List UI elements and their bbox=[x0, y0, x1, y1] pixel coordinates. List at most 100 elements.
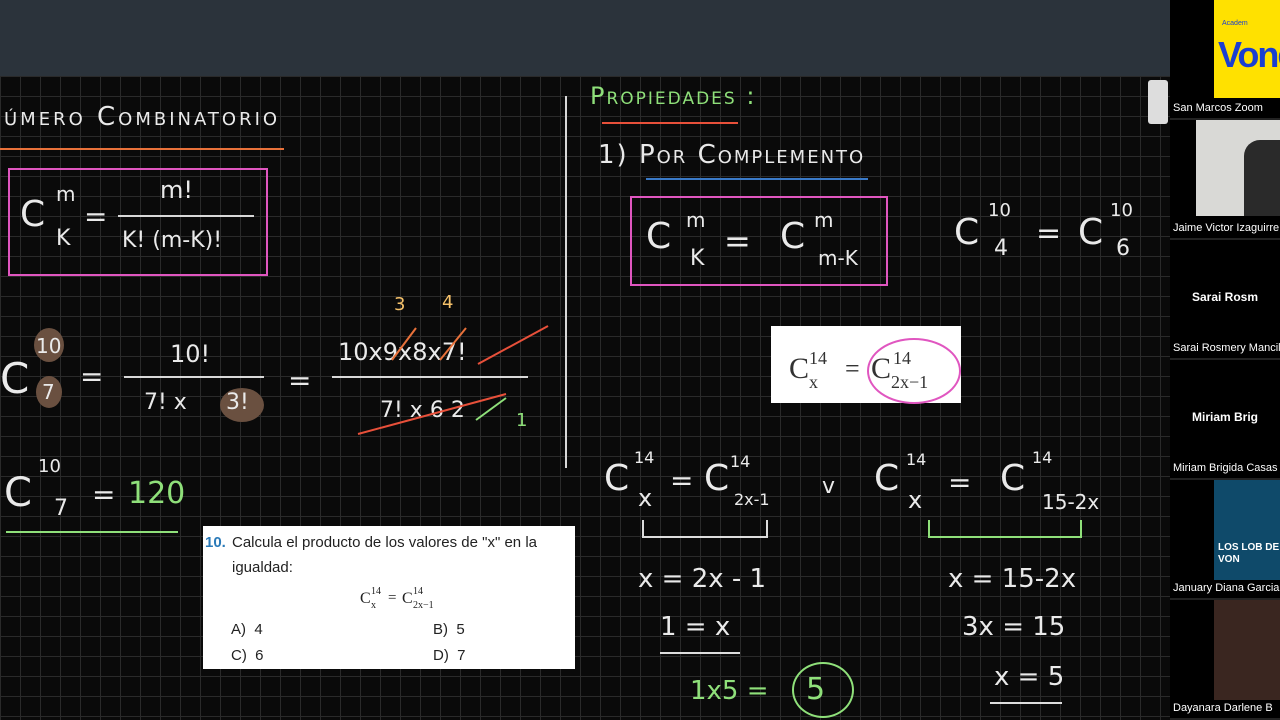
def-k-sub: K bbox=[56, 226, 71, 251]
participant-name: Sarai Rosmery Mancilla bbox=[1173, 342, 1280, 354]
sl-b2: 2x-1 bbox=[734, 490, 770, 509]
participant-avatar-image: LOS LOB DE VON bbox=[1214, 480, 1280, 580]
participant-tile[interactable]: Sarai Rosm Sarai Rosmery Mancilla bbox=[1170, 240, 1280, 360]
banner-text: LOS LOB DE VON bbox=[1218, 542, 1280, 565]
participant-name: Dayanara Darlene B bbox=[1173, 702, 1273, 714]
right-step-1: x = 15-2x bbox=[948, 564, 1077, 594]
result-underline bbox=[6, 531, 178, 533]
exercise-text-2: igualdad: bbox=[232, 559, 293, 576]
def-eq: = bbox=[84, 200, 108, 233]
ex-num1: 10! bbox=[170, 340, 211, 368]
participant-tile[interactable]: Dayanara Darlene B bbox=[1170, 600, 1280, 720]
pe-c2: C bbox=[1078, 212, 1104, 253]
participant-label: Sarai Rosm bbox=[1191, 290, 1259, 304]
right-step-underline bbox=[990, 702, 1062, 704]
prop-m2: m bbox=[814, 208, 834, 232]
sr-c2: C bbox=[1000, 458, 1026, 499]
participant-name: January Diana Garcia bbox=[1173, 582, 1280, 594]
participant-video bbox=[1196, 120, 1280, 216]
logo-text: Vone bbox=[1218, 34, 1280, 75]
pe-s1: 10 bbox=[988, 200, 1011, 221]
ex-eq1: = bbox=[80, 360, 104, 393]
participant-tile[interactable]: Jaime Victor Izaguirre bbox=[1170, 120, 1280, 240]
answer-value: 5 bbox=[806, 672, 826, 707]
participant-avatar-image bbox=[1214, 600, 1280, 700]
sl-b1: x bbox=[638, 484, 653, 512]
pe-s2: 10 bbox=[1110, 200, 1133, 221]
right-bracket bbox=[928, 520, 1082, 538]
prop-k1: K bbox=[690, 246, 705, 271]
ex-den1b: 3! bbox=[226, 390, 249, 415]
sr-b2: 15-2x bbox=[1042, 490, 1100, 514]
pasted-equation-image: C 14 x = C 14 2x−1 bbox=[771, 326, 961, 404]
exercise-text-1: Calcula el producto de los valores de "x… bbox=[232, 534, 537, 551]
prop-c1: C bbox=[646, 216, 672, 257]
ex-sub: 7 bbox=[42, 380, 55, 404]
res-value: 120 bbox=[128, 476, 186, 511]
sl-c1: C bbox=[604, 458, 630, 499]
title-underline bbox=[0, 148, 284, 150]
sl-c2: C bbox=[704, 458, 730, 499]
participant-name: San Marcos Zoom bbox=[1173, 102, 1263, 114]
prop-m1: m bbox=[686, 208, 706, 232]
left-step-2: 1 = x bbox=[660, 612, 731, 642]
sr-c1: C bbox=[874, 458, 900, 499]
sr-s1: 14 bbox=[906, 450, 927, 469]
ex-eq2: = bbox=[288, 364, 312, 397]
exercise-formula: C 14 x = C 14 2x−1 bbox=[360, 586, 434, 611]
pe-b2: 6 bbox=[1116, 236, 1130, 261]
definition-formula-box bbox=[8, 168, 268, 276]
board-scroll-handle[interactable] bbox=[1148, 80, 1168, 124]
ex-sup: 10 bbox=[36, 334, 62, 358]
prop-mk: m-K bbox=[818, 246, 858, 270]
right-step-3: x = 5 bbox=[994, 662, 1065, 692]
def-m-sup: m bbox=[56, 182, 76, 206]
logo-small-text: Academ bbox=[1222, 20, 1248, 27]
top-toolbar bbox=[0, 0, 1170, 76]
participant-tile[interactable]: LOS LOB DE VON January Diana Garcia bbox=[1170, 480, 1280, 600]
res-eq: = bbox=[92, 478, 116, 511]
participant-tile[interactable]: Academ Vone San Marcos Zoom bbox=[1170, 0, 1280, 120]
pe-eq: = bbox=[1036, 216, 1062, 251]
prop1-label: 1) Por Complemento bbox=[598, 140, 866, 170]
prop1-underline bbox=[646, 178, 868, 180]
participant-name: Miriam Brigida Casas bbox=[1173, 462, 1278, 474]
ex-den2: 7! x 6 2 bbox=[380, 398, 465, 423]
exercise-number: 10. bbox=[205, 534, 226, 551]
prop-eq: = bbox=[724, 222, 751, 260]
whiteboard-canvas[interactable]: úmero Combinatorio C m K = m! K! (m-K)! … bbox=[0, 76, 1170, 720]
pe-b1: 4 bbox=[994, 236, 1008, 261]
ex-bar2 bbox=[332, 376, 528, 378]
participant-tile[interactable]: Miriam Brig Miriam Brigida Casas bbox=[1170, 360, 1280, 480]
pe-c1: C bbox=[954, 212, 980, 253]
res-sub: 7 bbox=[54, 496, 68, 521]
vertical-divider bbox=[565, 96, 567, 468]
vonex-logo: Academ Vone bbox=[1214, 0, 1280, 98]
sl-s1: 14 bbox=[634, 448, 655, 467]
right-step-2: 3x = 15 bbox=[962, 612, 1066, 642]
option-a: A) 4 bbox=[231, 621, 263, 638]
left-bracket bbox=[642, 520, 768, 538]
sr-s2: 14 bbox=[1032, 448, 1053, 467]
sl-eq: = bbox=[670, 464, 694, 497]
ex-den1: 7! x bbox=[144, 390, 187, 415]
sl-s2: 14 bbox=[730, 452, 751, 471]
left-step-underline bbox=[660, 652, 740, 654]
ex-mark-3: 3 bbox=[394, 294, 406, 315]
ex-bar1 bbox=[124, 376, 264, 378]
ex-num2: 10x9x8x7! bbox=[338, 338, 467, 366]
res-sup: 10 bbox=[38, 456, 61, 477]
sr-b1: x bbox=[908, 486, 923, 514]
participant-label: Miriam Brig bbox=[1191, 410, 1258, 424]
combinatorial-title: úmero Combinatorio bbox=[4, 102, 281, 132]
def-denominator: K! (m-K)! bbox=[122, 228, 223, 253]
or-symbol: v bbox=[822, 474, 836, 499]
ex-mark-1: 1 bbox=[516, 410, 528, 431]
participant-name: Jaime Victor Izaguirre bbox=[1173, 222, 1280, 234]
product-expression: 1x5 = bbox=[690, 676, 769, 706]
properties-underline bbox=[602, 122, 738, 124]
option-b: B) 5 bbox=[433, 621, 465, 638]
ex-mark-4: 4 bbox=[442, 292, 454, 313]
option-c: C) 6 bbox=[231, 647, 264, 664]
exercise-card: 10. Calcula el producto de los valores d… bbox=[203, 526, 575, 669]
